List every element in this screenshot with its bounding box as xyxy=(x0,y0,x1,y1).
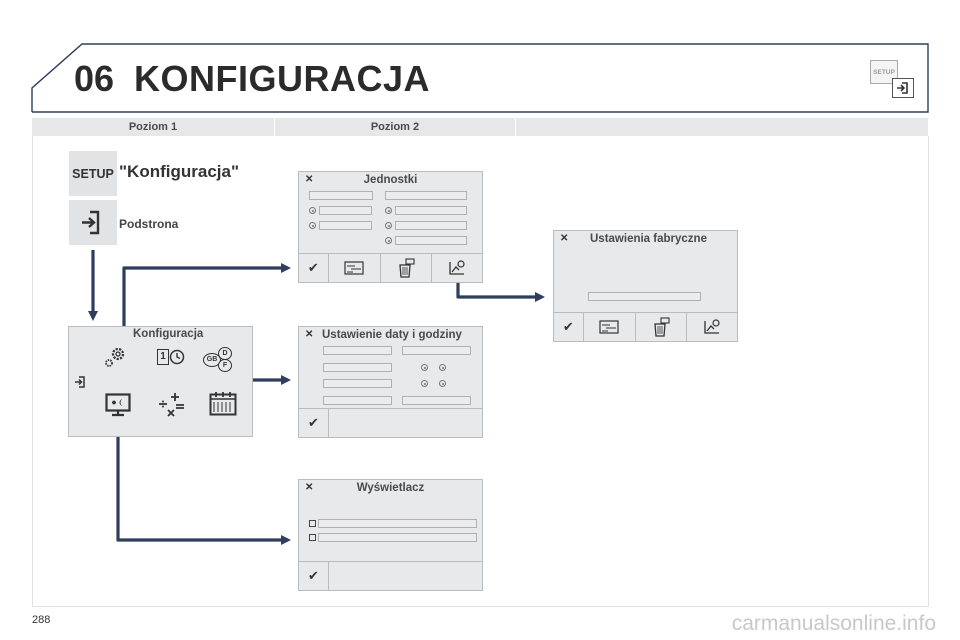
radio-icon[interactable] xyxy=(385,237,392,244)
language-icon[interactable]: GB D F xyxy=(203,347,239,372)
units-field[interactable] xyxy=(395,206,467,215)
checkbox-icon[interactable] xyxy=(309,520,316,527)
units-field[interactable] xyxy=(395,221,467,230)
radio-icon[interactable] xyxy=(385,207,392,214)
factory-panel-title: Ustawienia fabryczne xyxy=(590,233,707,245)
lang-code-f: F xyxy=(222,362,228,369)
default-button[interactable] xyxy=(329,254,381,282)
units-field[interactable] xyxy=(309,191,373,200)
close-icon[interactable]: ✕ xyxy=(305,329,313,340)
ok-button[interactable]: ✔ xyxy=(299,562,329,590)
reset-icon xyxy=(449,260,465,275)
default-icon xyxy=(344,261,364,275)
units-field[interactable] xyxy=(395,236,467,245)
gear-icon[interactable] xyxy=(103,344,129,370)
display-button-row: ✔ xyxy=(299,561,482,590)
units-field[interactable] xyxy=(319,206,372,215)
lang-code-gb: GB xyxy=(206,356,218,363)
datetime-field[interactable] xyxy=(323,379,392,388)
trash-icon xyxy=(399,258,415,278)
close-icon[interactable]: ✕ xyxy=(560,233,568,244)
factory-settings-panel: ✕ Ustawienia fabryczne ✔ xyxy=(553,230,738,342)
empty-button-slot xyxy=(329,562,482,590)
factory-field[interactable] xyxy=(588,292,701,301)
delete-button[interactable] xyxy=(381,254,432,282)
reset-icon xyxy=(704,319,720,334)
trash-icon xyxy=(654,317,670,337)
check-icon: ✔ xyxy=(307,260,319,275)
units-button-row: ✔ xyxy=(299,253,482,282)
radio-icon[interactable] xyxy=(309,207,316,214)
display-option-field[interactable] xyxy=(318,519,477,528)
default-button[interactable] xyxy=(584,313,636,341)
exit-icon[interactable] xyxy=(73,375,87,389)
empty-button-slot xyxy=(329,409,482,437)
ok-button[interactable]: ✔ xyxy=(554,313,584,341)
check-icon: ✔ xyxy=(308,415,319,430)
ok-button[interactable]: ✔ xyxy=(299,409,329,437)
datetime-panel-title: Ustawienie daty i godziny xyxy=(322,329,462,341)
datetime-button-row: ✔ xyxy=(299,408,482,437)
datetime-field[interactable] xyxy=(323,363,392,372)
calculator-icon[interactable] xyxy=(157,391,187,419)
page-number: 288 xyxy=(32,614,51,626)
datetime-field[interactable] xyxy=(323,396,392,405)
radio-icon[interactable] xyxy=(385,222,392,229)
delete-button[interactable] xyxy=(636,313,687,341)
checkbox-icon[interactable] xyxy=(309,534,316,541)
display-panel-title: Wyświetlacz xyxy=(356,482,425,494)
display-option-field[interactable] xyxy=(318,533,477,542)
lang-badge-f: F xyxy=(218,359,232,372)
units-panel: ✕ Jednostki ✔ xyxy=(298,171,483,283)
check-icon: ✔ xyxy=(562,319,574,334)
reset-button[interactable] xyxy=(687,313,737,341)
check-icon: ✔ xyxy=(308,568,319,583)
radio-icon[interactable] xyxy=(421,380,428,387)
clock-icon xyxy=(169,349,185,365)
units-field[interactable] xyxy=(319,221,372,230)
radio-icon[interactable] xyxy=(421,364,428,371)
datetime-field[interactable] xyxy=(402,346,471,355)
datetime-field[interactable] xyxy=(402,396,471,405)
calendar-icon[interactable] xyxy=(209,391,237,417)
radio-icon[interactable] xyxy=(439,380,446,387)
radio-icon[interactable] xyxy=(309,222,316,229)
lang-code-d: D xyxy=(222,350,228,357)
configuration-menu-panel: Konfiguracja 1 GB D F xyxy=(68,326,253,437)
menu-badge: 1 xyxy=(160,351,166,362)
display-panel: ✕ Wyświetlacz ✔ xyxy=(298,479,483,591)
date-time-icon[interactable]: 1 xyxy=(157,347,187,369)
default-icon xyxy=(599,320,619,334)
units-field[interactable] xyxy=(385,191,467,200)
reset-button[interactable] xyxy=(432,254,482,282)
footer-watermark: carmanualsonline.info xyxy=(731,612,936,635)
datetime-panel: ✕ Ustawienie daty i godziny ✔ xyxy=(298,326,483,438)
radio-icon[interactable] xyxy=(439,364,446,371)
units-panel-title: Jednostki xyxy=(363,174,418,186)
ok-button[interactable]: ✔ xyxy=(299,254,329,282)
display-icon[interactable] xyxy=(105,393,131,417)
datetime-field[interactable] xyxy=(323,346,392,355)
factory-button-row: ✔ xyxy=(554,312,737,341)
configuration-menu-title: Konfiguracja xyxy=(131,328,206,340)
